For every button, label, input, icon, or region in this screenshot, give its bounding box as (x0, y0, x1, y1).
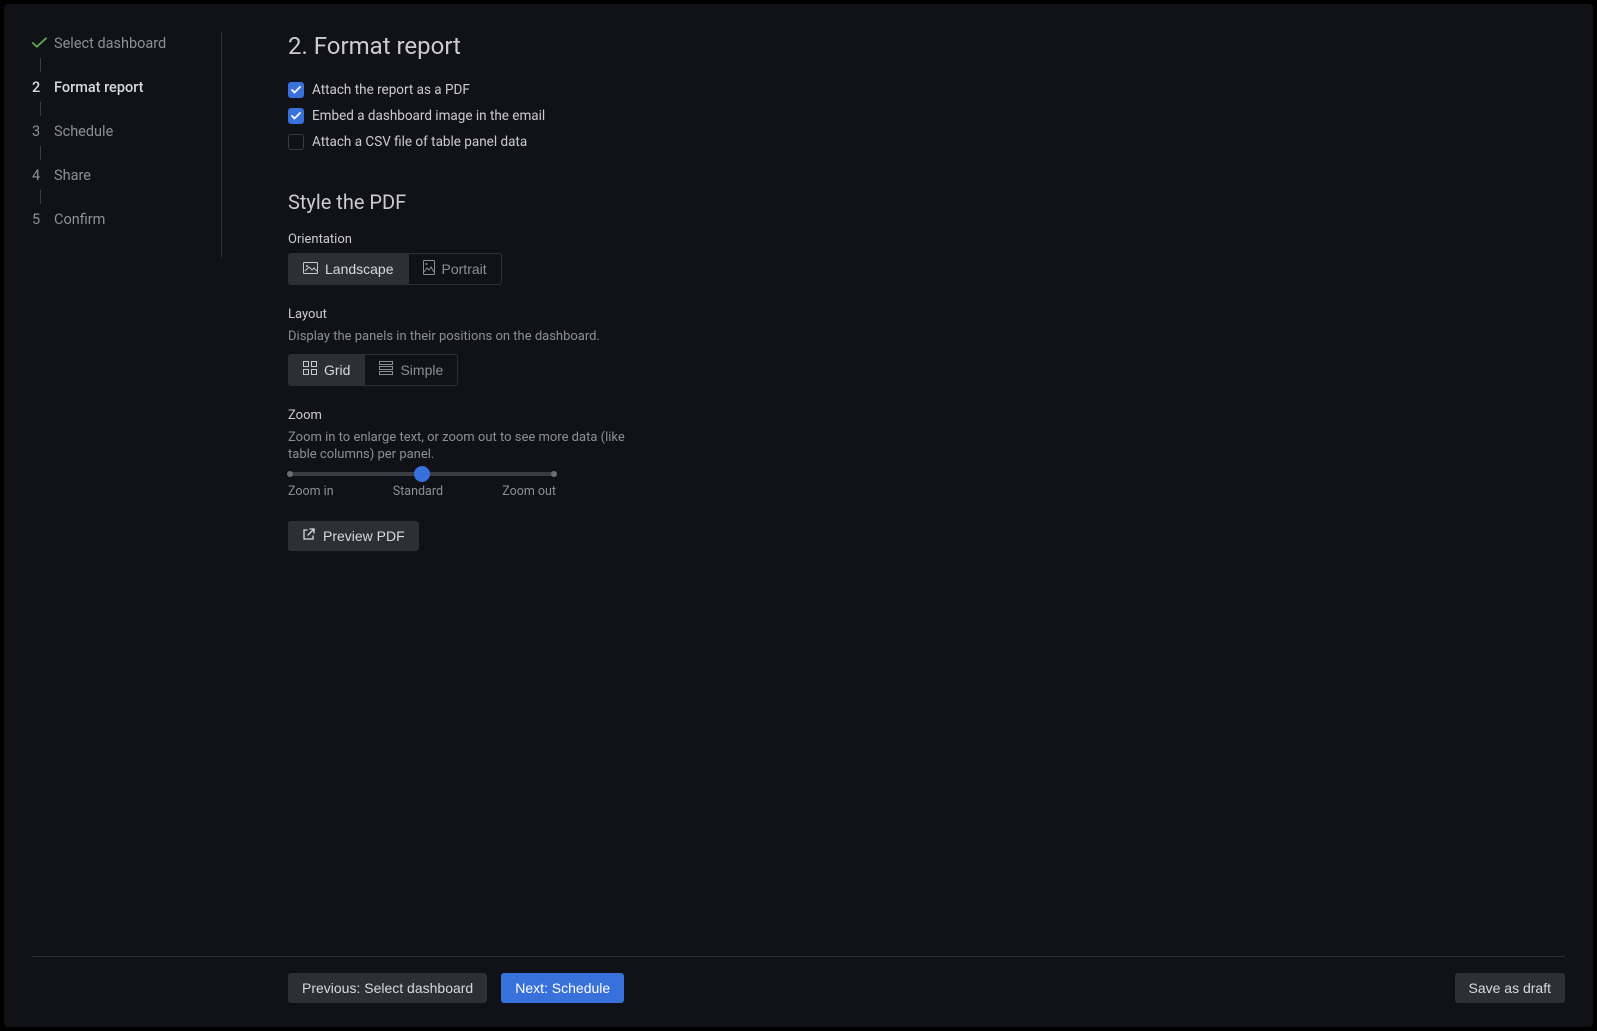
style-heading: Style the PDF (288, 190, 988, 214)
slider-tick-end (551, 471, 557, 477)
attach-pdf-checkbox[interactable]: Attach the report as a PDF (288, 82, 988, 98)
attach-option-label: Attach the report as a PDF (312, 82, 470, 98)
step-number: 3 (32, 123, 54, 140)
external-link-icon (302, 528, 315, 544)
step-label: Schedule (54, 123, 113, 140)
step-number: 5 (32, 211, 54, 228)
orientation-segmented: Landscape Portrait (288, 253, 502, 285)
button-label: Preview PDF (323, 528, 405, 544)
step-number: 4 (32, 167, 54, 184)
segment-label: Landscape (325, 261, 394, 277)
slider-thumb[interactable] (414, 466, 430, 482)
slider-tick-start (287, 471, 293, 477)
zoom-slider[interactable]: Zoom in Standard Zoom out (288, 472, 556, 499)
check-icon (32, 37, 54, 49)
embed-image-checkbox[interactable]: Embed a dashboard image in the email (288, 108, 988, 124)
layout-simple-button[interactable]: Simple (364, 355, 457, 385)
step-label: Share (54, 167, 91, 184)
next-button[interactable]: Next: Schedule (501, 973, 624, 1003)
layout-segmented: Grid Simple (288, 354, 458, 386)
step-share[interactable]: 4 Share (32, 164, 213, 186)
wizard-steps-sidebar: Select dashboard 2 Format report 3 Sched… (32, 32, 222, 258)
main-content: 2. Format report Attach the report as a … (288, 32, 988, 551)
zoom-label: Zoom (288, 408, 988, 423)
step-select-dashboard[interactable]: Select dashboard (32, 32, 213, 54)
button-label: Save as draft (1469, 980, 1552, 996)
step-confirm[interactable]: 5 Confirm (32, 208, 213, 230)
step-label: Select dashboard (54, 35, 166, 52)
page-title: 2. Format report (288, 32, 988, 60)
zoom-field: Zoom Zoom in to enlarge text, or zoom ou… (288, 408, 988, 499)
orientation-portrait-button[interactable]: Portrait (408, 254, 501, 284)
step-label: Format report (54, 79, 144, 96)
step-schedule[interactable]: 3 Schedule (32, 120, 213, 142)
slider-track[interactable] (290, 472, 554, 476)
orientation-landscape-button[interactable]: Landscape (289, 254, 408, 284)
previous-button[interactable]: Previous: Select dashboard (288, 973, 487, 1003)
portrait-icon (423, 260, 435, 278)
orientation-field: Orientation Landscape Portrait (288, 232, 988, 285)
segment-label: Portrait (442, 261, 487, 277)
step-separator (40, 102, 41, 116)
slider-label-left: Zoom in (288, 484, 334, 499)
attach-option-label: Attach a CSV file of table panel data (312, 134, 527, 150)
step-format-report[interactable]: 2 Format report (32, 76, 213, 98)
zoom-description: Zoom in to enlarge text, or zoom out to … (288, 429, 628, 464)
layout-grid-button[interactable]: Grid (289, 355, 364, 385)
grid-icon (303, 361, 317, 378)
slider-label-center: Standard (393, 484, 443, 499)
checkbox-icon (288, 134, 304, 150)
slider-label-right: Zoom out (502, 484, 556, 499)
layout-description: Display the panels in their positions on… (288, 328, 988, 346)
orientation-label: Orientation (288, 232, 988, 247)
landscape-icon (303, 261, 318, 277)
segment-label: Grid (324, 362, 350, 378)
wizard-footer: Previous: Select dashboard Next: Schedul… (32, 956, 1565, 1003)
slider-labels: Zoom in Standard Zoom out (288, 484, 556, 499)
attach-option-label: Embed a dashboard image in the email (312, 108, 545, 124)
save-draft-button[interactable]: Save as draft (1455, 973, 1566, 1003)
button-label: Previous: Select dashboard (302, 980, 473, 996)
step-label: Confirm (54, 211, 105, 228)
checkbox-icon (288, 82, 304, 98)
button-label: Next: Schedule (515, 980, 610, 996)
list-icon (379, 361, 393, 378)
preview-pdf-button[interactable]: Preview PDF (288, 521, 419, 551)
layout-label: Layout (288, 307, 988, 322)
checkbox-icon (288, 108, 304, 124)
app-frame: Select dashboard 2 Format report 3 Sched… (4, 4, 1593, 1027)
step-separator (40, 146, 41, 160)
attach-csv-checkbox[interactable]: Attach a CSV file of table panel data (288, 134, 988, 150)
layout-field: Layout Display the panels in their posit… (288, 307, 988, 386)
step-number: 2 (32, 79, 54, 96)
step-separator (40, 190, 41, 204)
step-separator (40, 58, 41, 72)
segment-label: Simple (400, 362, 443, 378)
attach-options: Attach the report as a PDF Embed a dashb… (288, 82, 988, 150)
